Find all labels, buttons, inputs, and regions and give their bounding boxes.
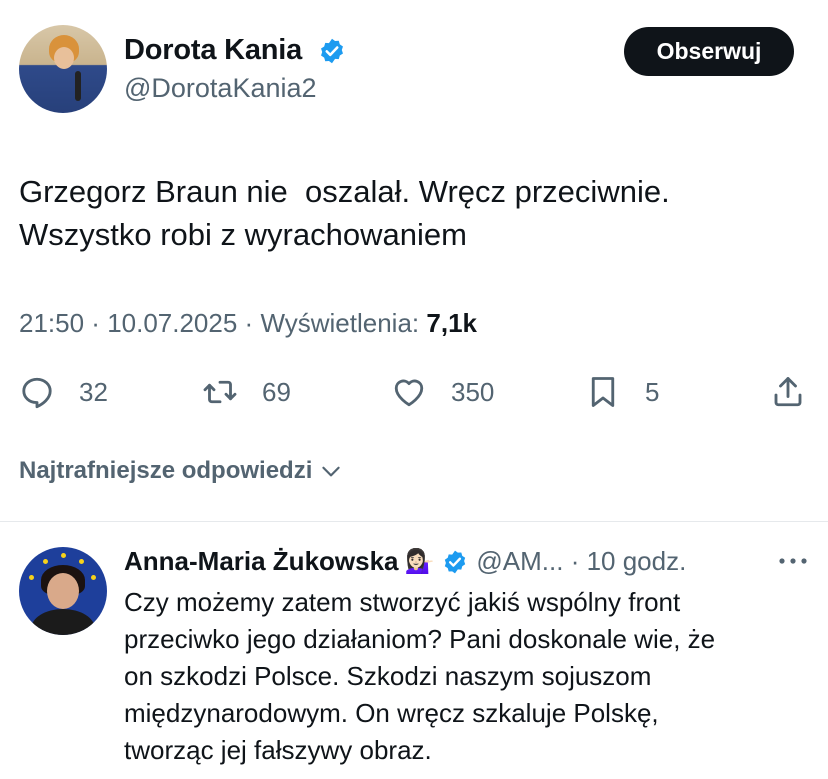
- reply-author-emoji: 💁🏻‍♀️: [404, 548, 435, 575]
- reply-count: 32: [79, 376, 108, 407]
- retweet-count: 69: [262, 376, 291, 407]
- reply-author-name[interactable]: Anna-Maria Żukowska: [124, 546, 399, 577]
- divider: [0, 521, 828, 522]
- tweet-meta: 21:50 · 10.07.2025 · Wyświetlenia: 7,1k: [19, 308, 477, 338]
- like-count: 350: [451, 376, 495, 407]
- reply-header: Anna-Maria Żukowska 💁🏻‍♀️ @AM... · 10 go…: [124, 546, 686, 577]
- verified-badge-icon: [321, 38, 343, 64]
- retweet-icon: [203, 380, 237, 404]
- reply-text: Czy możemy zatem stworzyć jakiś wspólny …: [124, 587, 716, 765]
- reply-button[interactable]: 32: [19, 372, 108, 412]
- author-avatar[interactable]: [19, 25, 107, 113]
- like-button[interactable]: 350: [391, 372, 494, 412]
- views-count: 7,1k: [426, 308, 477, 338]
- retweet-button[interactable]: 69: [202, 372, 291, 412]
- share-icon: [774, 377, 802, 407]
- like-icon: [394, 379, 424, 407]
- views-label: Wyświetlenia:: [260, 308, 420, 338]
- tweet-date[interactable]: 10.07.2025: [107, 308, 237, 338]
- share-button[interactable]: [770, 372, 806, 412]
- tweet-time[interactable]: 21:50: [19, 308, 84, 338]
- verified-badge-icon: [445, 550, 466, 573]
- reply-icon: [22, 377, 52, 409]
- author-name[interactable]: Dorota Kania: [124, 34, 302, 67]
- bookmark-button[interactable]: 5: [585, 372, 659, 412]
- more-icon[interactable]: [778, 557, 808, 565]
- best-replies-dropdown[interactable]: Najtrafniejsze odpowiedzi: [19, 457, 344, 485]
- bookmark-count: 5: [645, 376, 660, 407]
- reply-handle-time[interactable]: @AM... · 10 godz.: [476, 546, 686, 577]
- chevron-down-icon: [322, 466, 341, 477]
- best-replies-label: Najtrafniejsze odpowiedzi: [19, 457, 313, 484]
- bookmark-icon: [591, 377, 615, 407]
- reply-author-avatar[interactable]: [19, 547, 107, 635]
- author-handle[interactable]: @DorotaKania2: [124, 73, 317, 104]
- follow-button[interactable]: Obserwuj: [624, 27, 794, 76]
- tweet-text: Grzegorz Braun nie oszalał. Wręcz przeci…: [19, 174, 670, 252]
